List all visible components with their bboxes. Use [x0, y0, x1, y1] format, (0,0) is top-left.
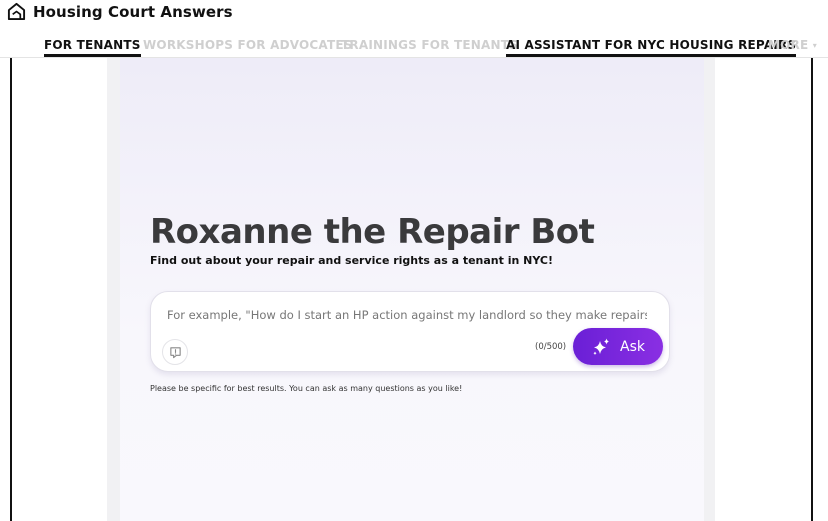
- site-header: Housing Court Answers FOR TENANTS WORKSH…: [0, 0, 828, 58]
- ask-button-label: Ask: [620, 338, 645, 355]
- nav-more-label: MORE: [768, 38, 809, 52]
- nav-item-trainings-for-tenants[interactable]: TRAININGS FOR TENANTS: [341, 37, 518, 57]
- nav-item-more[interactable]: MORE ▾: [768, 37, 817, 57]
- house-icon: [7, 2, 26, 21]
- site-name: Housing Court Answers: [33, 2, 233, 21]
- nav-item-ai-assistant[interactable]: AI ASSISTANT FOR NYC HOUSING REPAIRS: [506, 37, 797, 57]
- question-input[interactable]: [167, 304, 647, 326]
- nav-item-for-tenants[interactable]: FOR TENANTS: [44, 37, 141, 57]
- main-nav: FOR TENANTS WORKSHOPS FOR ADVOCATES TRAI…: [0, 37, 828, 57]
- nav-item-workshops-for-advocates[interactable]: WORKSHOPS FOR ADVOCATES: [143, 37, 353, 57]
- sparkle-icon: [593, 338, 609, 355]
- page-subtitle: Find out about your repair and service r…: [150, 254, 554, 267]
- page-title: Roxanne the Repair Bot: [150, 212, 595, 252]
- query-hint: Please be specific for best results. You…: [150, 384, 463, 393]
- feedback-button[interactable]: [162, 339, 188, 365]
- ask-button[interactable]: Ask: [573, 328, 663, 365]
- feedback-icon: [169, 346, 181, 358]
- site-logo[interactable]: Housing Court Answers: [7, 2, 233, 21]
- app-panel: [120, 58, 704, 521]
- query-box: (0/500) Ask: [150, 291, 670, 372]
- chevron-down-icon: ▾: [812, 41, 817, 50]
- char-count: (0/500): [535, 342, 567, 352]
